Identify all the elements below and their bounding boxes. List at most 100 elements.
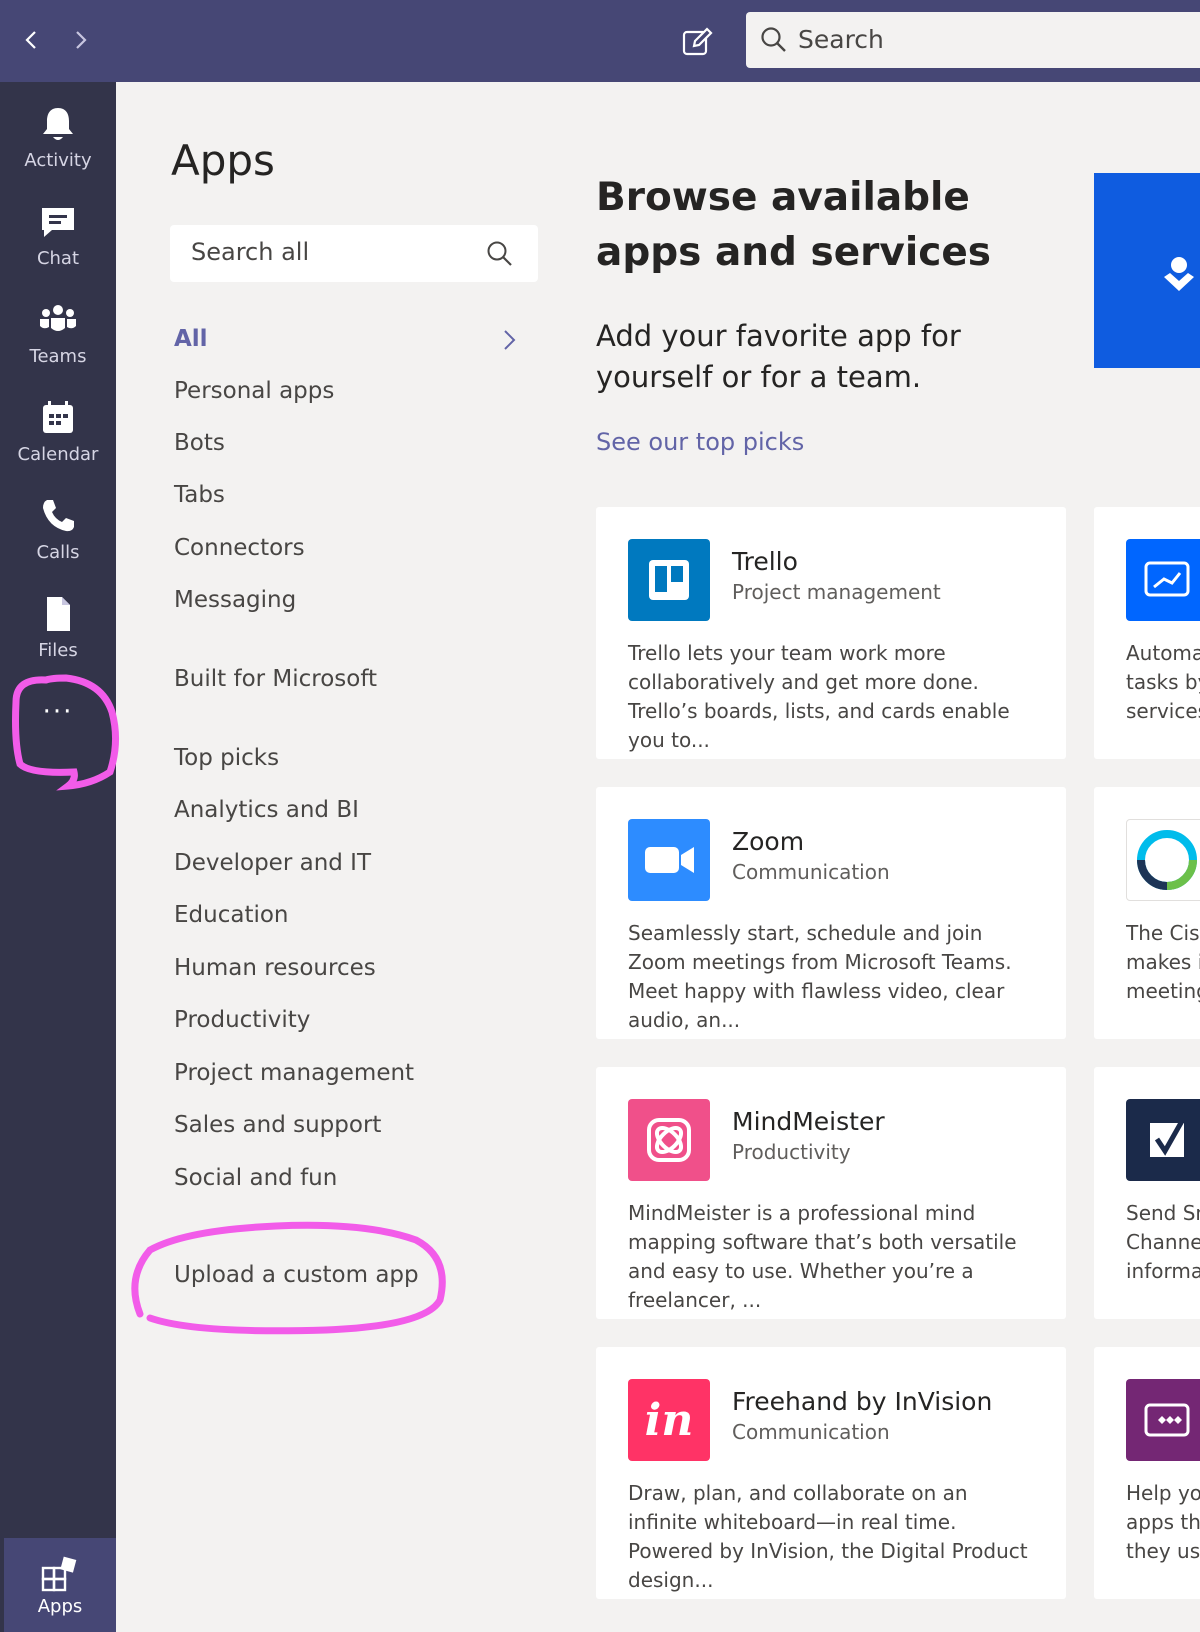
- invision-logo: in: [628, 1379, 710, 1461]
- title-bar: Search: [0, 0, 1200, 82]
- rail-item-files[interactable]: Files: [0, 584, 116, 674]
- app-card-mindmeister[interactable]: MindMeister Productivity MindMeister is …: [596, 1067, 1066, 1319]
- new-chat-icon: [682, 27, 713, 56]
- search-apps-input[interactable]: Search all: [170, 225, 538, 282]
- svg-text:in: in: [645, 1395, 694, 1446]
- chevron-right-icon: [76, 31, 87, 49]
- rail-item-label: Apps: [37, 1596, 83, 1617]
- app-card-trello[interactable]: Trello Project management Trello lets yo…: [596, 507, 1066, 759]
- app-card-zoom[interactable]: Zoom Communication Seamlessly start, sch…: [596, 787, 1066, 1039]
- mindmeister-icon: [647, 1118, 691, 1162]
- rail-item-label: Files: [38, 640, 78, 661]
- flow-icon: [1144, 561, 1190, 597]
- rail-item-label: Chat: [36, 248, 80, 269]
- rail-item-chat[interactable]: Chat: [0, 192, 116, 282]
- chat-icon: [42, 208, 74, 237]
- rail-item-label: Activity: [24, 150, 92, 171]
- forward-button[interactable]: [62, 22, 98, 58]
- invision-icon: in: [645, 1395, 694, 1446]
- category-human-resources[interactable]: Human resources: [174, 955, 376, 981]
- featured-banner[interactable]: [1094, 173, 1200, 368]
- app-card-partial[interactable]: Send Sm Channel informat: [1094, 1067, 1200, 1319]
- smartsheet-logo: [1126, 1099, 1200, 1181]
- category-sales-support[interactable]: Sales and support: [174, 1112, 381, 1138]
- category-tabs[interactable]: Tabs: [174, 482, 225, 508]
- search-input[interactable]: Search: [746, 12, 1200, 68]
- video-camera-icon: [645, 847, 694, 873]
- rail-item-calendar[interactable]: Calendar: [0, 388, 116, 478]
- rail-item-activity[interactable]: Activity: [0, 94, 116, 184]
- back-button[interactable]: [14, 22, 50, 58]
- rail-item-calls[interactable]: Calls: [0, 486, 116, 576]
- category-all[interactable]: All: [174, 326, 208, 352]
- app-category: Communication: [732, 860, 890, 884]
- category-developer-it[interactable]: Developer and IT: [174, 850, 371, 876]
- app-description: Seamlessly start, schedule and join Zoom…: [628, 921, 1012, 1032]
- app-rail: Activity Chat Teams Calendar Calls Files…: [0, 82, 116, 1632]
- app-description: The Cisc makes it meeting: [1126, 921, 1200, 1003]
- app-card-partial[interactable]: The Cisc makes it meeting: [1094, 787, 1200, 1039]
- category-messaging[interactable]: Messaging: [174, 587, 296, 613]
- app-description: MindMeister is a professional mind mappi…: [628, 1201, 1017, 1312]
- zoom-logo: [628, 819, 710, 901]
- app-category: Project management: [732, 580, 941, 604]
- search-placeholder: Search: [798, 25, 884, 54]
- search-placeholder: Search all: [191, 238, 310, 266]
- rail-item-label: Calendar: [17, 444, 99, 465]
- mindmeister-logo: [628, 1099, 710, 1181]
- top-picks-link[interactable]: See our top picks: [596, 428, 804, 456]
- search-icon: [761, 27, 786, 52]
- app-category: Productivity: [732, 1140, 851, 1164]
- app-description: Help you apps tha they use: [1126, 1481, 1200, 1563]
- calendar-icon: [43, 401, 73, 433]
- category-top-picks[interactable]: Top picks: [174, 745, 279, 771]
- teams-icon: [40, 305, 76, 331]
- bell-icon: [43, 108, 73, 140]
- category-analytics-bi[interactable]: Analytics and BI: [174, 797, 359, 823]
- chevron-right-icon: [504, 330, 516, 350]
- hero-title: Browse available apps and services: [596, 175, 991, 275]
- app-card-partial[interactable]: Automa tasks by services: [1094, 507, 1200, 759]
- shield-check-icon: [1164, 257, 1194, 291]
- checkmark-icon: [1150, 1119, 1185, 1157]
- upload-custom-app-link[interactable]: Upload a custom app: [174, 1262, 419, 1288]
- category-built-for-microsoft[interactable]: Built for Microsoft: [174, 666, 377, 692]
- category-connectors[interactable]: Connectors: [174, 535, 305, 561]
- chevron-left-icon: [25, 31, 36, 49]
- app-card-freehand[interactable]: in Freehand by InVision Communication Dr…: [596, 1347, 1066, 1599]
- more-icon: ···: [42, 697, 74, 727]
- hero-subtitle: Add your favorite app for yourself or fo…: [596, 319, 961, 394]
- app-description: Trello lets your team work more collabor…: [628, 641, 1010, 752]
- power-apps-icon: [1144, 1403, 1190, 1437]
- app-name: Zoom: [732, 827, 805, 856]
- trello-logo: [628, 539, 710, 621]
- rail-item-teams[interactable]: Teams: [0, 290, 116, 380]
- app-name: MindMeister: [732, 1107, 885, 1136]
- app-card-partial[interactable]: Help you apps tha they use: [1094, 1347, 1200, 1599]
- page-title: Apps: [171, 136, 275, 185]
- webex-logo: [1126, 819, 1200, 901]
- category-education[interactable]: Education: [174, 902, 289, 928]
- app-description: Send Sm Channel informat: [1126, 1201, 1200, 1283]
- apps-icon: [41, 1556, 77, 1592]
- power-apps-logo: [1126, 1379, 1200, 1461]
- more-apps-button[interactable]: ···: [0, 682, 116, 752]
- app-name: Trello: [732, 547, 798, 576]
- category-social-fun[interactable]: Social and fun: [174, 1165, 337, 1191]
- new-chat-button[interactable]: [680, 24, 714, 58]
- file-icon: [47, 597, 70, 631]
- app-description: Automa tasks by services: [1126, 641, 1200, 723]
- category-personal-apps[interactable]: Personal apps: [174, 378, 334, 404]
- rail-item-label: Calls: [36, 542, 80, 563]
- category-bots[interactable]: Bots: [174, 430, 225, 456]
- search-icon: [487, 241, 512, 266]
- app-category: Communication: [732, 1420, 890, 1444]
- category-project-management[interactable]: Project management: [174, 1060, 414, 1086]
- rail-item-apps[interactable]: Apps: [4, 1538, 116, 1632]
- webex-icon: [1137, 830, 1197, 890]
- app-description: Draw, plan, and collaborate on an infini…: [628, 1481, 1028, 1592]
- category-productivity[interactable]: Productivity: [174, 1007, 310, 1033]
- power-automate-logo: [1126, 539, 1200, 621]
- rail-item-label: Teams: [29, 346, 87, 367]
- phone-icon: [43, 500, 74, 532]
